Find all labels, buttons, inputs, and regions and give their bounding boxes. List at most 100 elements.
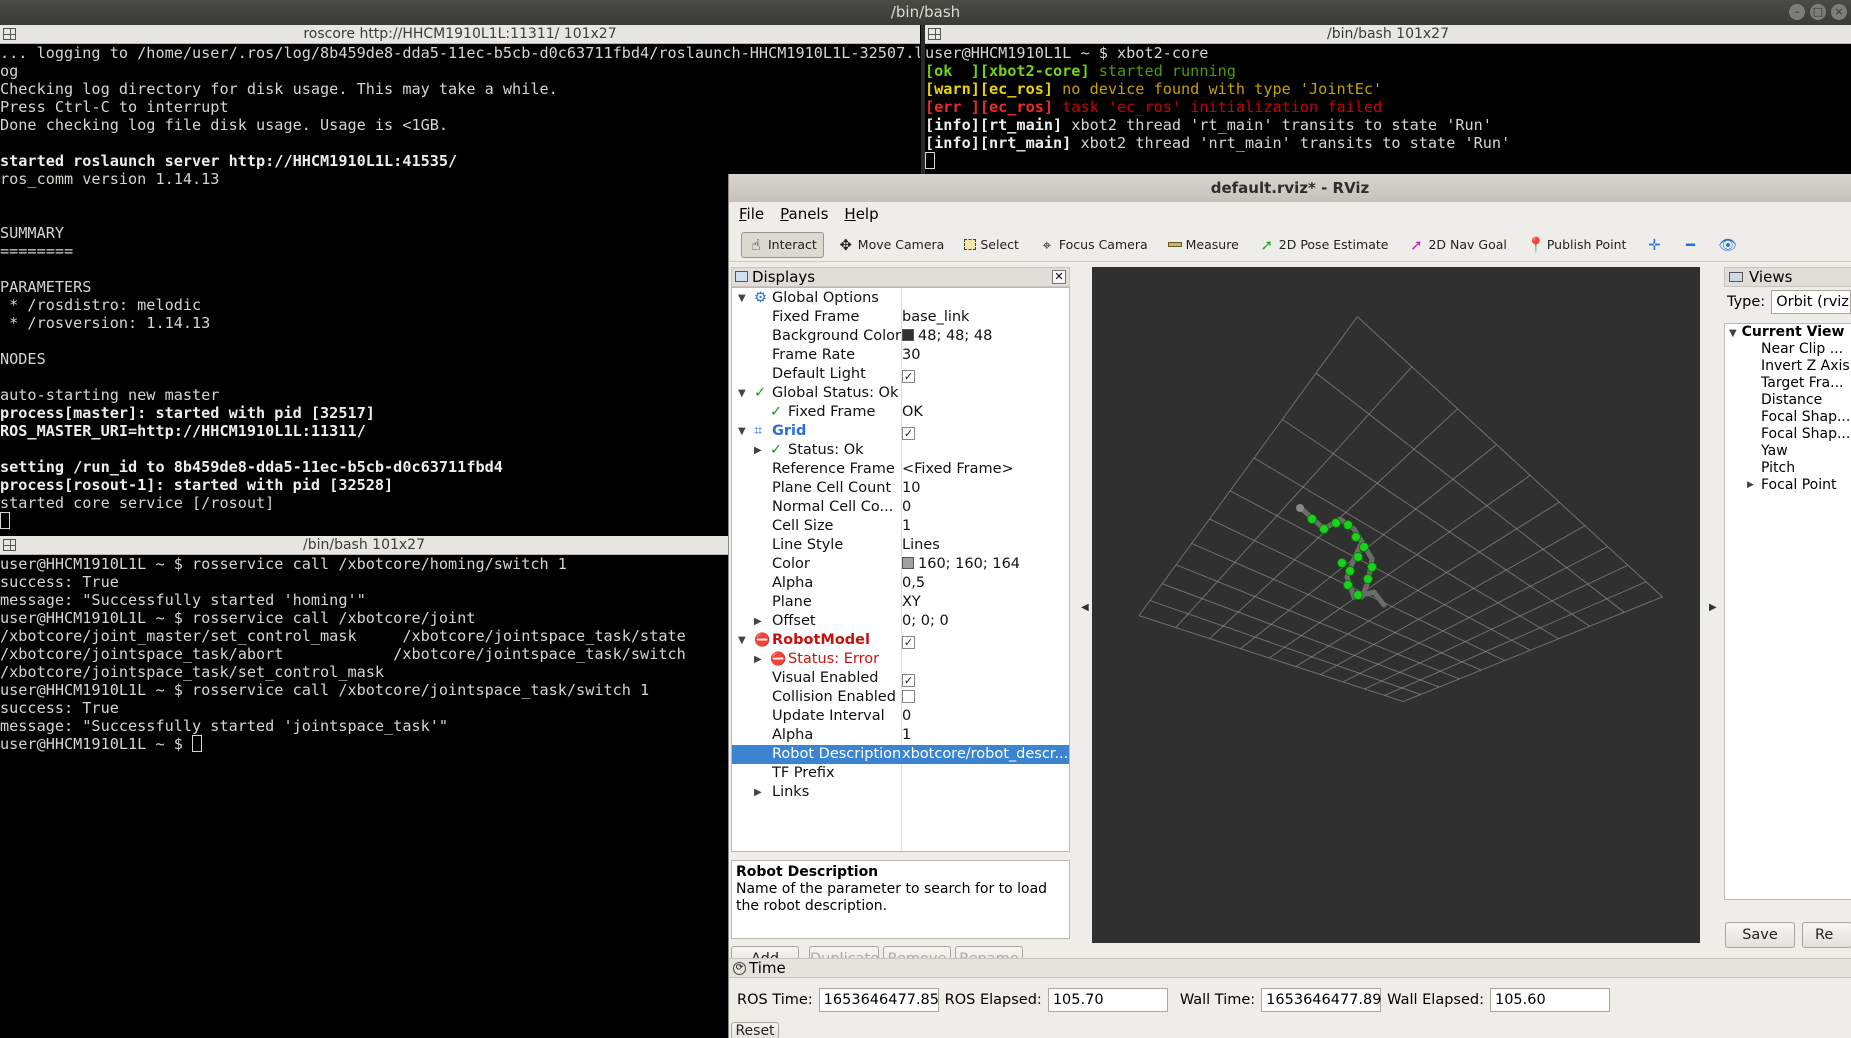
display-row[interactable]: Reference Frame <Fixed Frame> bbox=[732, 460, 1069, 479]
display-row[interactable]: Fixed Frame base_link bbox=[732, 308, 1069, 327]
ros-time-field[interactable]: 1653646477.85 bbox=[818, 988, 939, 1012]
terminal2-tab[interactable]: /bin/bash 101x27 bbox=[925, 25, 1851, 44]
display-row[interactable]: ▼ ⚙ Global Options bbox=[732, 289, 1069, 308]
reset-time-button[interactable]: Reset bbox=[731, 1022, 779, 1038]
display-row-value[interactable]: ✓ bbox=[902, 631, 915, 650]
checkbox[interactable] bbox=[902, 690, 915, 703]
render-viewport[interactable] bbox=[1092, 267, 1700, 943]
terminal-split-icon[interactable] bbox=[3, 539, 16, 551]
display-row-value[interactable]: 0 bbox=[902, 498, 911, 517]
menu-file[interactable]: File bbox=[739, 202, 764, 226]
add-tool-button[interactable]: ✛ bbox=[1640, 233, 1668, 257]
expand-open-icon[interactable]: ▼ bbox=[738, 631, 746, 650]
pose-estimate-tool[interactable]: ➚ 2D Pose Estimate bbox=[1253, 233, 1395, 257]
display-row[interactable]: Collision Enabled bbox=[732, 688, 1069, 707]
save-view-button[interactable]: Save bbox=[1725, 922, 1795, 948]
checkbox[interactable]: ✓ bbox=[902, 427, 915, 440]
display-row[interactable]: Robot Description xbotcore/robot_descr... bbox=[732, 745, 1069, 764]
minimize-icon[interactable]: – bbox=[1789, 4, 1805, 20]
display-row[interactable]: ▶ Links bbox=[732, 783, 1069, 802]
menu-panels[interactable]: Panels bbox=[780, 202, 828, 226]
terminal2-output[interactable]: user@HHCM1910L1L ~ $ xbot2-core [ok ][xbo… bbox=[925, 44, 1851, 174]
grid-and-robot-render[interactable] bbox=[1092, 267, 1700, 943]
display-row-value[interactable]: <Fixed Frame> bbox=[902, 460, 1014, 479]
display-row-value[interactable]: base_link bbox=[902, 308, 969, 327]
display-row[interactable]: ▼ ⌗ Grid ✓ bbox=[732, 422, 1069, 441]
terminal1-tab[interactable]: roscore http://HHCM1910L1L:11311/ 101x27 bbox=[0, 25, 920, 44]
display-row[interactable]: Normal Cell Co... 0 bbox=[732, 498, 1069, 517]
wall-elapsed-field[interactable]: 105.60 bbox=[1489, 988, 1610, 1012]
display-row[interactable]: Frame Rate 30 bbox=[732, 346, 1069, 365]
view-property-row[interactable]: Pitch bbox=[1725, 460, 1851, 477]
display-row-value[interactable]: ✓ bbox=[902, 422, 915, 441]
rviz-titlebar[interactable]: default.rviz* - RViz bbox=[729, 174, 1851, 202]
terminal-split-icon[interactable] bbox=[3, 28, 16, 40]
terminal-split-icon[interactable] bbox=[928, 28, 941, 40]
display-row[interactable]: ▶ ⛔ Status: Error bbox=[732, 650, 1069, 669]
checkbox[interactable]: ✓ bbox=[902, 636, 915, 649]
view-property-row[interactable]: Focal Shap... bbox=[1725, 426, 1851, 443]
view-property-row[interactable]: Near Clip ... bbox=[1725, 341, 1851, 358]
expand-open-icon[interactable]: ▼ bbox=[738, 384, 746, 403]
display-row-value[interactable]: ✓ bbox=[902, 669, 915, 688]
view-property-row[interactable]: Distance bbox=[1725, 392, 1851, 409]
displays-tree[interactable]: ▼ ⚙ Global Options Fixed Frame base_link Back… bbox=[731, 287, 1070, 852]
expand-open-icon[interactable]: ▼ bbox=[738, 289, 746, 308]
display-row-value[interactable] bbox=[902, 688, 915, 707]
display-row[interactable]: TF Prefix bbox=[732, 764, 1069, 783]
view-property-row[interactable]: Focal Shap... bbox=[1725, 409, 1851, 426]
display-row-value[interactable]: 160; 160; 164 bbox=[902, 555, 1020, 574]
move-camera-tool[interactable]: ✥ Move Camera bbox=[832, 233, 951, 257]
remove-tool-button[interactable]: ━ bbox=[1676, 233, 1704, 257]
display-row-value[interactable]: 10 bbox=[902, 479, 920, 498]
close-panel-icon[interactable]: ✕ bbox=[1052, 270, 1066, 284]
display-row-value[interactable]: 1 bbox=[902, 517, 911, 536]
views-tree[interactable]: ▼ Current View Near Clip ... Invert Z Axi… bbox=[1724, 323, 1851, 900]
checkbox[interactable]: ✓ bbox=[902, 674, 915, 687]
close-icon[interactable]: × bbox=[1831, 4, 1847, 20]
display-row-value[interactable]: xbotcore/robot_descr... bbox=[902, 745, 1068, 764]
view-property-row[interactable]: Invert Z Axis bbox=[1725, 358, 1851, 375]
display-row-value[interactable]: 0,5 bbox=[902, 574, 925, 593]
display-row[interactable]: Default Light ✓ bbox=[732, 365, 1069, 384]
display-row[interactable]: Alpha 1 bbox=[732, 726, 1069, 745]
menu-help[interactable]: Help bbox=[844, 202, 878, 226]
display-row-value[interactable]: Lines bbox=[902, 536, 940, 555]
terminal3-output[interactable]: user@HHCM1910L1L ~ $ rosservice call /xb… bbox=[0, 555, 728, 1038]
display-row[interactable]: ▶ Offset 0; 0; 0 bbox=[732, 612, 1069, 631]
ros-elapsed-field[interactable]: 105.70 bbox=[1047, 988, 1168, 1012]
expand-closed-icon[interactable]: ▶ bbox=[754, 650, 762, 669]
display-row-value[interactable]: ✓ bbox=[902, 365, 915, 384]
maximize-icon[interactable]: □ bbox=[1810, 4, 1826, 20]
current-view-row[interactable]: ▼ Current View bbox=[1725, 324, 1851, 341]
display-row[interactable]: ✓ Fixed Frame OK bbox=[732, 403, 1069, 422]
display-row[interactable]: ▼ ⛔ RobotModel ✓ bbox=[732, 631, 1069, 650]
display-row-value[interactable]: 0; 0; 0 bbox=[902, 612, 949, 631]
display-row-value[interactable]: OK bbox=[902, 403, 923, 422]
measure-tool[interactable]: Measure bbox=[1162, 234, 1245, 255]
display-row[interactable]: Color 160; 160; 164 bbox=[732, 555, 1069, 574]
publish-point-tool[interactable]: 📍 Publish Point bbox=[1521, 233, 1633, 257]
view-type-select[interactable]: Orbit (rviz) bbox=[1771, 290, 1851, 314]
display-row[interactable]: Alpha 0,5 bbox=[732, 574, 1069, 593]
collapse-right-icon[interactable]: ▶ bbox=[1709, 602, 1717, 613]
view-property-row[interactable]: Yaw bbox=[1725, 443, 1851, 460]
display-row-value[interactable]: XY bbox=[902, 593, 921, 612]
expand-open-icon[interactable]: ▼ bbox=[738, 422, 746, 441]
view-property-row[interactable]: Target Fra... bbox=[1725, 375, 1851, 392]
display-row[interactable]: ▼ ✓ Global Status: Ok bbox=[732, 384, 1069, 403]
display-row[interactable]: ▶ ✓ Status: Ok bbox=[732, 441, 1069, 460]
display-row[interactable]: Background Color 48; 48; 48 bbox=[732, 327, 1069, 346]
expand-closed-icon[interactable]: ▶ bbox=[754, 612, 762, 631]
view-property-row[interactable]: ▶ Focal Point bbox=[1725, 477, 1851, 494]
tool-properties-button[interactable]: 👁 bbox=[1712, 233, 1740, 257]
select-tool[interactable]: Select bbox=[958, 234, 1025, 255]
display-row[interactable]: Cell Size 1 bbox=[732, 517, 1069, 536]
display-row[interactable]: Plane Cell Count 10 bbox=[732, 479, 1069, 498]
display-row-value[interactable]: 0 bbox=[902, 707, 911, 726]
display-row[interactable]: Line Style Lines bbox=[732, 536, 1069, 555]
display-row-value[interactable]: 1 bbox=[902, 726, 911, 745]
expand-closed-icon[interactable]: ▶ bbox=[754, 441, 762, 460]
expand-closed-icon[interactable]: ▶ bbox=[1747, 477, 1754, 494]
display-row-value[interactable]: 48; 48; 48 bbox=[902, 327, 992, 346]
